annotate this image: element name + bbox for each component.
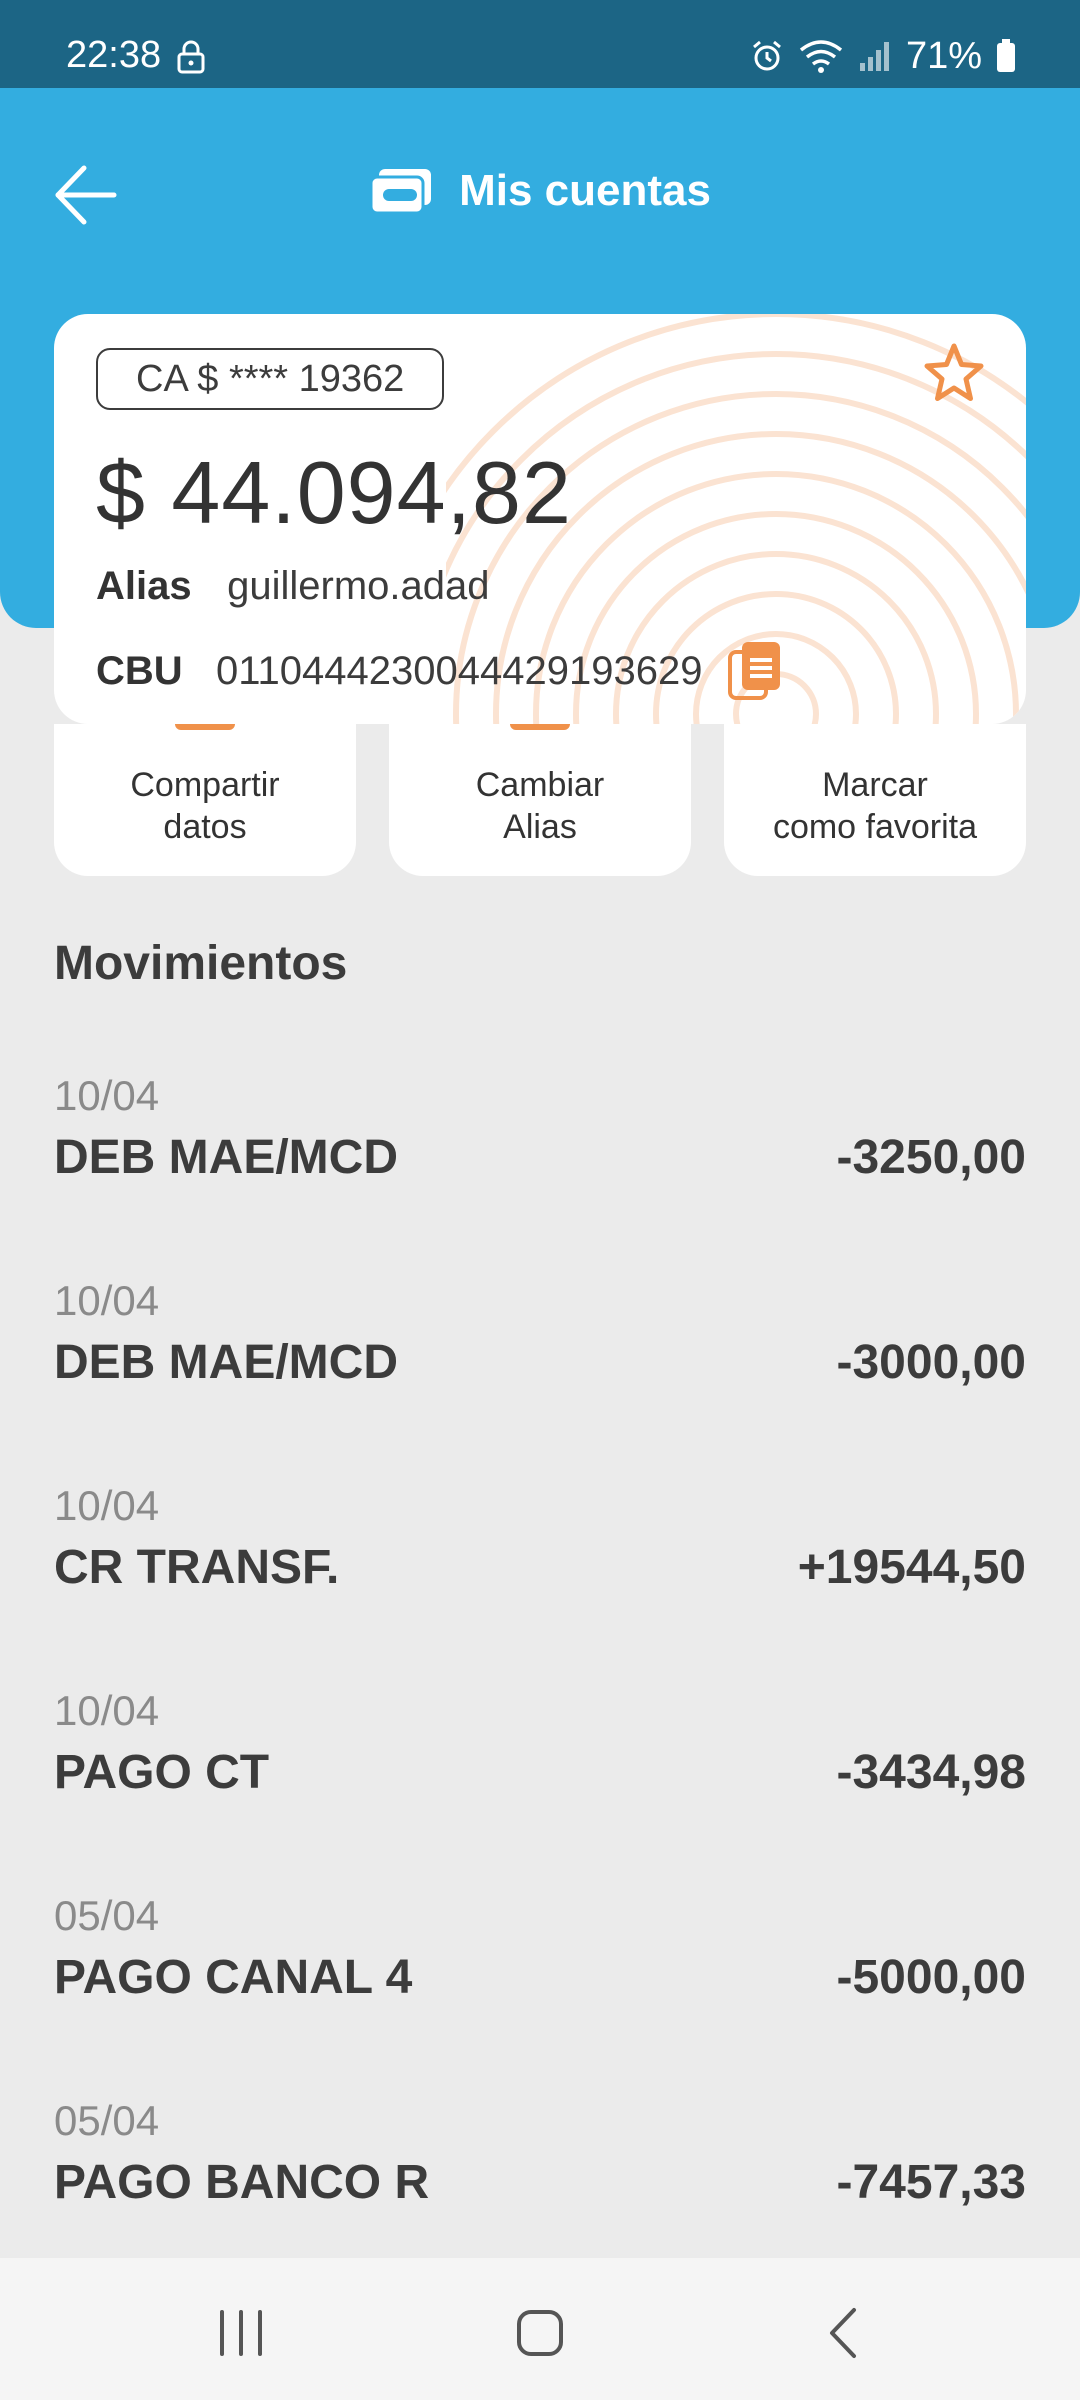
account-actions: Compartir datos Cambiar Alias Marcar com… <box>54 724 1026 876</box>
copy-icon[interactable] <box>728 640 784 702</box>
home-icon[interactable] <box>505 2298 575 2368</box>
star-icon[interactable] <box>920 340 988 408</box>
account-card: CA $ **** 19362 $ 44.094,82 Alias guille… <box>54 314 1026 724</box>
share-data-button[interactable]: Compartir datos <box>54 724 356 876</box>
nav-back-icon[interactable] <box>810 2298 880 2368</box>
movement-description: PAGO BANCO R <box>54 2156 430 2209</box>
status-time: 22:38 <box>66 34 162 76</box>
cbu-value: 0110444230044429193629 <box>216 648 703 693</box>
movement-amount: +19544,50 <box>797 1541 1026 1594</box>
cbu-label: CBU <box>96 648 183 693</box>
wifi-icon <box>799 40 843 73</box>
alarm-icon <box>752 40 781 71</box>
change-alias-button[interactable]: Cambiar Alias <box>389 724 691 876</box>
movement-description: CR TRANSF. <box>54 1541 340 1594</box>
movement-date: 10/04 <box>54 1687 160 1734</box>
cbu-row: CBU 0110444230044429193629 <box>96 640 784 702</box>
movement-date: 05/04 <box>54 1892 160 1939</box>
page-title: Mis cuentas <box>459 166 711 215</box>
movement-amount: -3434,98 <box>836 1746 1027 1799</box>
movement-item[interactable]: 10/04 PAGO CT -3434,98 <box>54 1685 1026 1890</box>
movement-amount: -5000,00 <box>836 1951 1027 2004</box>
battery-percent: 71% <box>905 34 982 77</box>
system-nav-bar <box>0 2258 1080 2400</box>
movement-date: 05/04 <box>54 2097 160 2144</box>
account-number-badge: CA $ **** 19362 <box>96 348 445 410</box>
battery-icon <box>997 39 1015 72</box>
signal-icon <box>859 42 889 71</box>
accent-mark <box>510 724 570 730</box>
movement-item[interactable]: 05/04 PAGO CANAL 4 -5000,00 <box>54 1890 1026 2095</box>
alias-value: guillermo.adad <box>227 564 490 608</box>
movements-list: 10/04 DEB MAE/MCD -3250,00 10/04 DEB MAE… <box>54 1070 1026 2300</box>
page-title-group: Mis cuentas <box>0 166 1080 216</box>
status-icons: 71% <box>750 34 1016 77</box>
movement-date: 10/04 <box>54 1277 160 1324</box>
movement-description: DEB MAE/MCD <box>54 1336 398 1389</box>
alias-label: Alias <box>96 564 192 608</box>
movement-description: PAGO CT <box>54 1746 270 1799</box>
movement-description: DEB MAE/MCD <box>54 1131 398 1184</box>
mark-favorite-button[interactable]: Marcar como favorita <box>724 724 1026 876</box>
movement-date: 10/04 <box>54 1072 160 1119</box>
status-bar: 22:38 71% <box>0 0 1080 88</box>
lock-icon <box>177 40 205 74</box>
movement-amount: -7457,33 <box>836 2156 1027 2209</box>
account-balance: $ 44.094,82 <box>96 443 572 542</box>
alias-row: Alias guillermo.adad <box>96 564 490 609</box>
movement-description: PAGO CANAL 4 <box>54 1951 413 2004</box>
movement-date: 10/04 <box>54 1482 160 1529</box>
movement-amount: -3250,00 <box>836 1131 1027 1184</box>
movement-item[interactable]: 10/04 DEB MAE/MCD -3250,00 <box>54 1070 1026 1275</box>
movement-amount: -3000,00 <box>836 1336 1027 1389</box>
card-icon <box>369 169 432 215</box>
recents-icon[interactable] <box>206 2298 276 2368</box>
movement-item[interactable]: 10/04 DEB MAE/MCD -3000,00 <box>54 1275 1026 1480</box>
accent-mark <box>175 724 235 730</box>
movements-title: Movimientos <box>54 937 348 990</box>
movement-item[interactable]: 10/04 CR TRANSF. +19544,50 <box>54 1480 1026 1685</box>
